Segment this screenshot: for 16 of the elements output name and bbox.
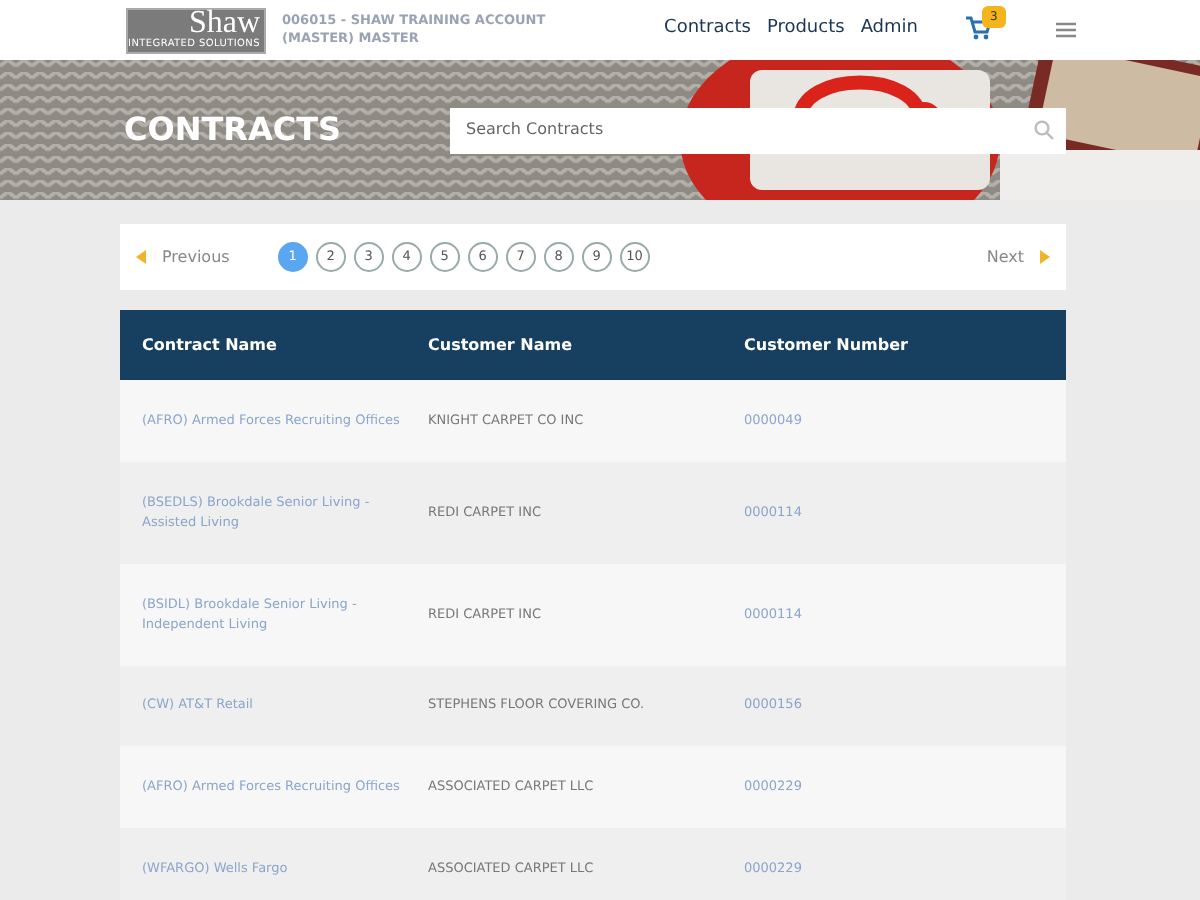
column-header: Contract Name (140, 333, 279, 357)
menu-icon[interactable] (1056, 22, 1076, 38)
nav-link[interactable]: Products (766, 16, 845, 44)
search-field[interactable]: Search Contracts (450, 107, 1066, 153)
caret-left-icon (136, 250, 146, 264)
column-header: Customer Name (428, 333, 574, 357)
previous-button[interactable]: Previous (136, 245, 230, 269)
nav-link[interactable]: Contracts (664, 16, 751, 44)
page-title: CONTRACTS (124, 110, 342, 150)
next-button[interactable]: Next (986, 245, 1050, 269)
column-header: Customer Number (744, 333, 910, 357)
cart-icon[interactable] (966, 16, 992, 41)
search-icon[interactable] (1034, 120, 1054, 140)
caret-right-icon (1040, 250, 1050, 264)
logo-name: Shaw (188, 7, 260, 39)
nav-link[interactable]: Admin (860, 16, 918, 44)
